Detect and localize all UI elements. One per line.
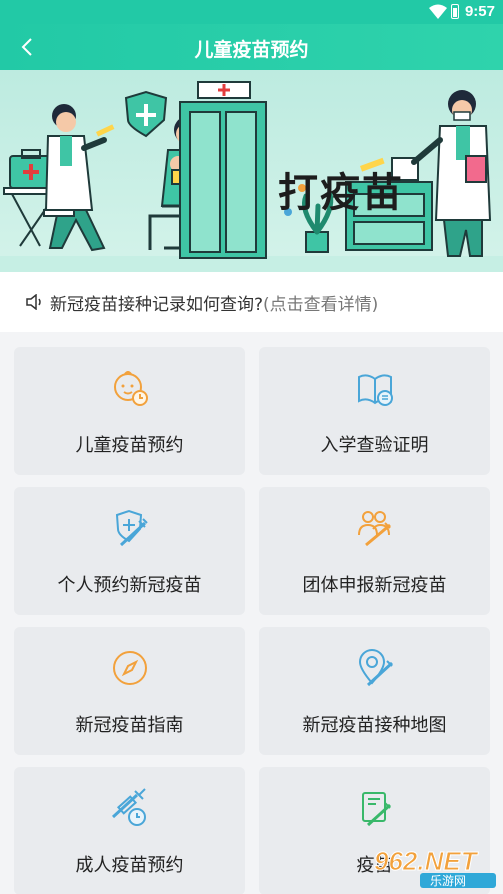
tile-personal-covid-booking[interactable]: 个人预约新冠疫苗 <box>14 487 245 615</box>
status-bar: 9:57 <box>0 0 503 24</box>
tile-label: 入学查验证明 <box>320 435 429 456</box>
app-bar: 儿童疫苗预约 <box>0 24 503 70</box>
shield-syringe-icon <box>115 509 148 547</box>
tile-label: 个人预约新冠疫苗 <box>57 575 202 596</box>
tile-label: 团体申报新冠疫苗 <box>302 575 447 596</box>
compass-icon <box>113 651 147 685</box>
group-syringe-icon <box>358 511 391 547</box>
battery-icon <box>451 4 459 19</box>
status-time: 9:57 <box>464 3 495 20</box>
tile-group-covid-report[interactable]: 团体申报新冠疫苗 <box>259 487 490 615</box>
tile-adult-vaccine-booking[interactable]: 成人疫苗预约 <box>14 767 245 894</box>
notice-text[interactable]: 新冠疫苗接种记录如何查询?(点击查看详情) <box>50 290 378 315</box>
tile-label: 成人疫苗预约 <box>75 855 184 876</box>
banner-sign: 打疫苗 <box>278 170 404 216</box>
tile-covid-guide[interactable]: 新冠疫苗指南 <box>14 627 245 755</box>
notice-bar[interactable]: 新冠疫苗接种记录如何查询?(点击查看详情) <box>0 272 503 332</box>
banner-illustration[interactable]: 打疫苗 <box>0 70 503 272</box>
speaker-icon <box>26 294 41 310</box>
baby-clock-icon <box>114 371 148 406</box>
notice-hint: (点击查看详情) <box>263 295 379 315</box>
wifi-icon <box>429 4 447 19</box>
clinic-illustration <box>0 81 503 272</box>
site-watermark-logo: 962.NET 乐游网 <box>374 846 496 888</box>
tile-label: 新冠疫苗接种地图 <box>302 715 447 736</box>
certificate-syringe-icon <box>362 792 392 827</box>
tile-school-vaccine-certificate[interactable]: 入学查验证明 <box>259 347 490 475</box>
open-book-icon <box>358 374 393 406</box>
tile-label: 儿童疫苗预约 <box>75 435 184 456</box>
notice-question: 新冠疫苗接种记录如何查询? <box>50 295 264 315</box>
watermark-text: 962.NET <box>374 846 479 876</box>
tile-covid-vaccination-map[interactable]: 新冠疫苗接种地图 <box>259 627 490 755</box>
syringe-clock-icon <box>111 788 146 826</box>
watermark-subtext: 乐游网 <box>430 874 466 888</box>
map-pin-syringe-icon <box>358 649 394 687</box>
tile-child-vaccine-booking[interactable]: 儿童疫苗预约 <box>14 347 245 475</box>
tile-label: 新冠疫苗指南 <box>75 715 184 736</box>
page-title: 儿童疫苗预约 <box>194 39 309 61</box>
